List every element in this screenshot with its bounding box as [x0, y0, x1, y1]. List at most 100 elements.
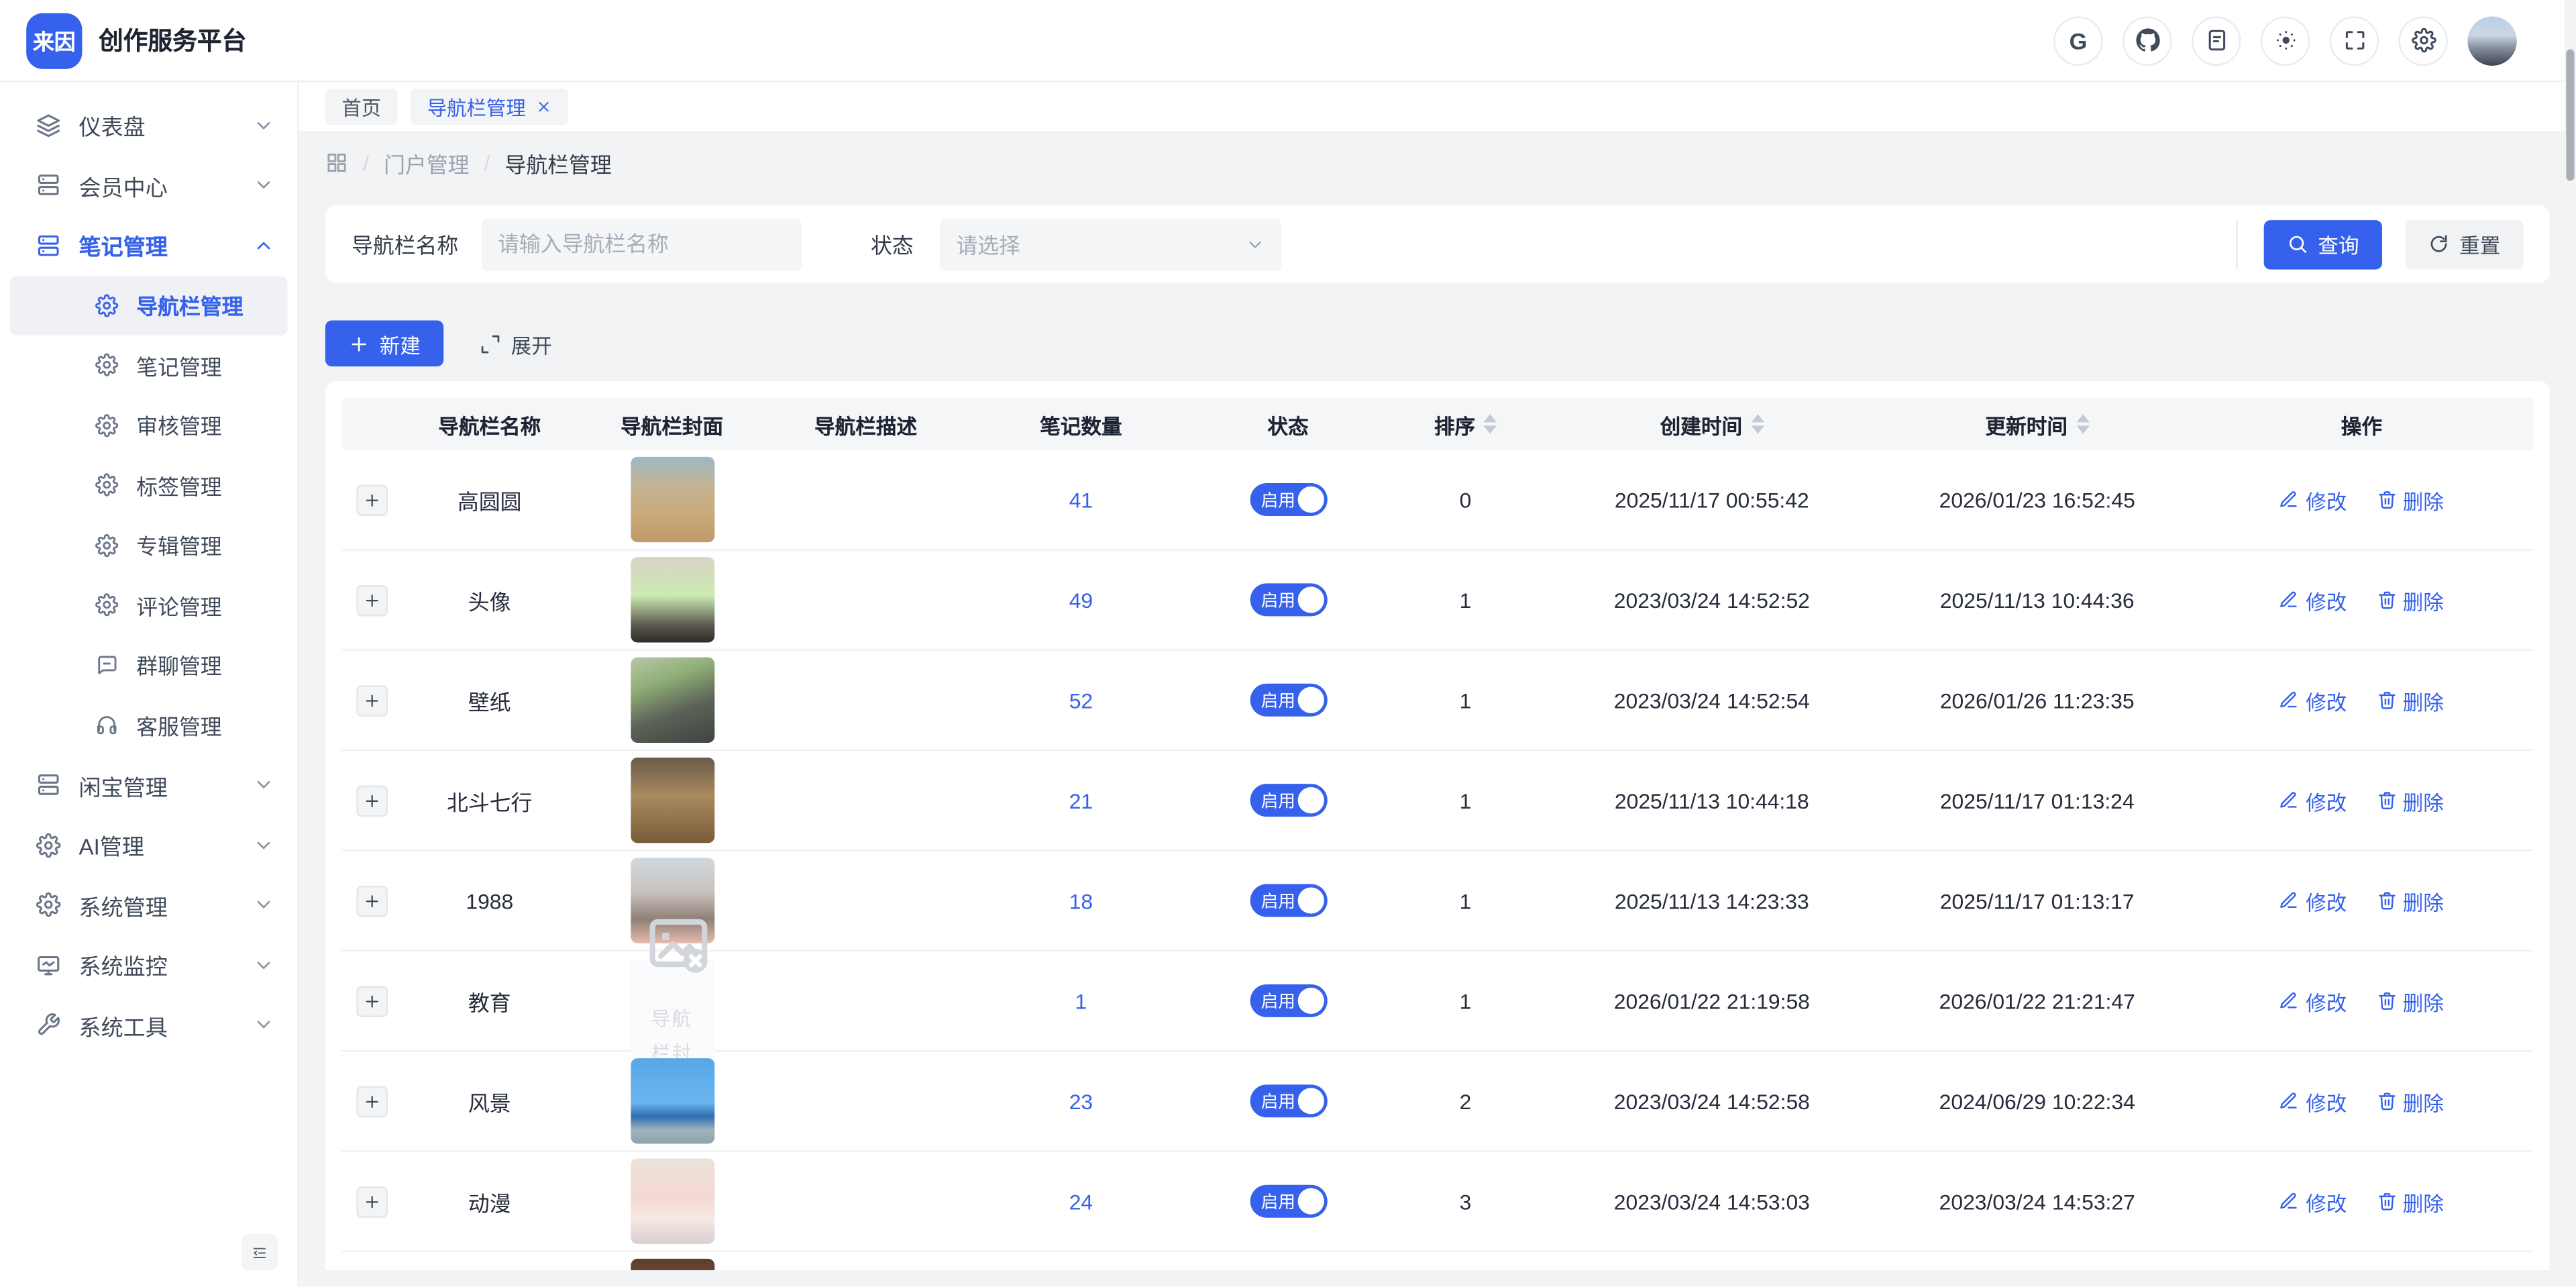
cover-image[interactable]	[630, 1159, 714, 1244]
edit-link[interactable]: 修改	[2279, 985, 2347, 1017]
row-expand-button[interactable]	[356, 1186, 387, 1217]
sidebar-item-闲宝管理[interactable]: 闲宝管理	[0, 755, 297, 815]
column-header-更新时间[interactable]: 更新时间	[1873, 409, 2202, 440]
delete-link[interactable]: 删除	[2376, 784, 2443, 816]
cover-image[interactable]	[630, 758, 714, 843]
sidebar-item-系统监控[interactable]: 系统监控	[0, 935, 297, 994]
delete-link[interactable]: 删除	[2376, 885, 2443, 917]
sidebar-item-审核管理[interactable]: 审核管理	[10, 395, 288, 455]
status-toggle[interactable]: 启用	[1249, 583, 1326, 616]
toggle-knob	[1297, 1188, 1323, 1215]
sidebar-item-会员中心[interactable]: 会员中心	[0, 155, 297, 215]
edit-link[interactable]: 修改	[2279, 484, 2347, 515]
fullscreen-icon-button[interactable]	[2330, 15, 2379, 64]
row-expand-button[interactable]	[356, 684, 387, 716]
tab-导航栏管理[interactable]: 导航栏管理	[411, 89, 568, 125]
row-expand-button[interactable]	[356, 484, 387, 515]
cover-image[interactable]	[630, 557, 714, 642]
document-icon-button[interactable]	[2192, 15, 2241, 64]
sidebar-item-评论管理[interactable]: 评论管理	[10, 575, 288, 635]
menu-item-label: 系统工具	[79, 1009, 168, 1041]
edit-link[interactable]: 修改	[2279, 684, 2347, 716]
status-toggle[interactable]: 启用	[1249, 884, 1326, 917]
cover-image[interactable]	[630, 1259, 714, 1270]
column-label: 导航栏描述	[814, 409, 917, 440]
sidebar-item-客服管理[interactable]: 客服管理	[10, 695, 288, 755]
reset-button[interactable]: 重置	[2405, 219, 2523, 268]
status-toggle[interactable]: 启用	[1249, 483, 1326, 516]
filter-divider	[2236, 219, 2237, 268]
sidebar-item-专辑管理[interactable]: 专辑管理	[10, 515, 288, 575]
status-toggle[interactable]: 启用	[1249, 684, 1326, 717]
topbar-actions: G	[2053, 15, 2517, 64]
sidebar-item-笔记管理[interactable]: 笔记管理	[10, 336, 288, 395]
edit-link[interactable]: 修改	[2279, 784, 2347, 816]
cover-image[interactable]	[630, 1058, 714, 1143]
sidebar-item-标签管理[interactable]: 标签管理	[10, 455, 288, 515]
page-scrollbar[interactable]	[2565, 0, 2576, 1287]
user-avatar[interactable]	[2467, 15, 2516, 64]
sidebar-item-仪表盘[interactable]: 仪表盘	[0, 95, 297, 155]
delete-link[interactable]: 删除	[2376, 1186, 2443, 1217]
status-toggle[interactable]: 启用	[1249, 784, 1326, 817]
monitor-icon	[36, 953, 61, 978]
notes-count-link[interactable]: 24	[1069, 1189, 1093, 1214]
create-button[interactable]: 新建	[325, 321, 443, 367]
notes-count-link[interactable]: 23	[1069, 1088, 1093, 1113]
row-expand-button[interactable]	[356, 584, 387, 616]
status-toggle[interactable]: 启用	[1249, 1185, 1326, 1218]
expand-all-button[interactable]: 展开	[457, 321, 575, 367]
notes-count-link[interactable]: 52	[1069, 688, 1093, 713]
sort-caret-icon[interactable]	[1750, 414, 1764, 433]
sidebar-collapse-button[interactable]	[241, 1235, 278, 1271]
column-header-操作: 操作	[2202, 409, 2522, 440]
row-expand-button[interactable]	[356, 885, 387, 917]
tab-close-icon[interactable]	[535, 99, 551, 115]
notes-count-link[interactable]: 49	[1069, 588, 1093, 613]
sidebar-item-系统工具[interactable]: 系统工具	[0, 995, 297, 1055]
row-expand-button[interactable]	[356, 985, 387, 1017]
nav-name-input[interactable]	[482, 217, 802, 270]
notes-count-link[interactable]: 21	[1069, 788, 1093, 813]
edit-link[interactable]: 修改	[2279, 885, 2347, 917]
column-header-创建时间[interactable]: 创建时间	[1551, 409, 1873, 440]
status-select[interactable]: 请选择	[940, 217, 1281, 270]
edit-link[interactable]: 修改	[2279, 584, 2347, 616]
edit-link[interactable]: 修改	[2279, 1186, 2347, 1217]
edit-link[interactable]: 修改	[2279, 1086, 2347, 1117]
cover-image[interactable]	[630, 658, 714, 743]
sort-caret-icon[interactable]	[2076, 414, 2089, 433]
status-toggle[interactable]: 启用	[1249, 1084, 1326, 1117]
row-expand-button[interactable]	[356, 784, 387, 816]
status-toggle[interactable]: 启用	[1249, 984, 1326, 1017]
search-button[interactable]: 查询	[2264, 219, 2382, 268]
sidebar-item-AI管理[interactable]: AI管理	[0, 815, 297, 875]
gitee-icon-button[interactable]: G	[2053, 15, 2102, 64]
delete-link[interactable]: 删除	[2376, 1086, 2443, 1117]
sidebar-item-导航栏管理[interactable]: 导航栏管理	[10, 275, 288, 335]
tab-首页[interactable]: 首页	[325, 89, 398, 125]
filter-buttons: 查询 重置	[2236, 219, 2524, 268]
sort-caret-icon[interactable]	[1483, 414, 1497, 433]
theme-sun-icon-button[interactable]	[2261, 15, 2310, 64]
column-header-排序[interactable]: 排序	[1380, 409, 1551, 440]
cover-image[interactable]	[630, 457, 714, 542]
sidebar-item-群聊管理[interactable]: 群聊管理	[10, 635, 288, 695]
notes-count-link[interactable]: 18	[1069, 888, 1093, 913]
chevron-down-icon	[253, 834, 274, 856]
github-icon-button[interactable]	[2123, 15, 2171, 64]
notes-count-link[interactable]: 41	[1069, 487, 1093, 512]
delete-link[interactable]: 删除	[2376, 584, 2443, 616]
notes-count-link[interactable]: 1	[1075, 988, 1087, 1013]
nav-name-cell: 风景	[468, 1086, 511, 1117]
delete-link[interactable]: 删除	[2376, 985, 2443, 1017]
breadcrumb-item-门户管理[interactable]: 门户管理	[384, 147, 469, 178]
settings-icon-button[interactable]	[2399, 15, 2448, 64]
row-expand-button[interactable]	[356, 1086, 387, 1117]
breadcrumb-home-icon[interactable]	[325, 151, 348, 174]
delete-link[interactable]: 删除	[2376, 484, 2443, 515]
scrollbar-thumb[interactable]	[2566, 49, 2574, 181]
sidebar-item-笔记管理[interactable]: 笔记管理	[0, 215, 297, 275]
sidebar-item-系统管理[interactable]: 系统管理	[0, 875, 297, 935]
delete-link[interactable]: 删除	[2376, 684, 2443, 716]
